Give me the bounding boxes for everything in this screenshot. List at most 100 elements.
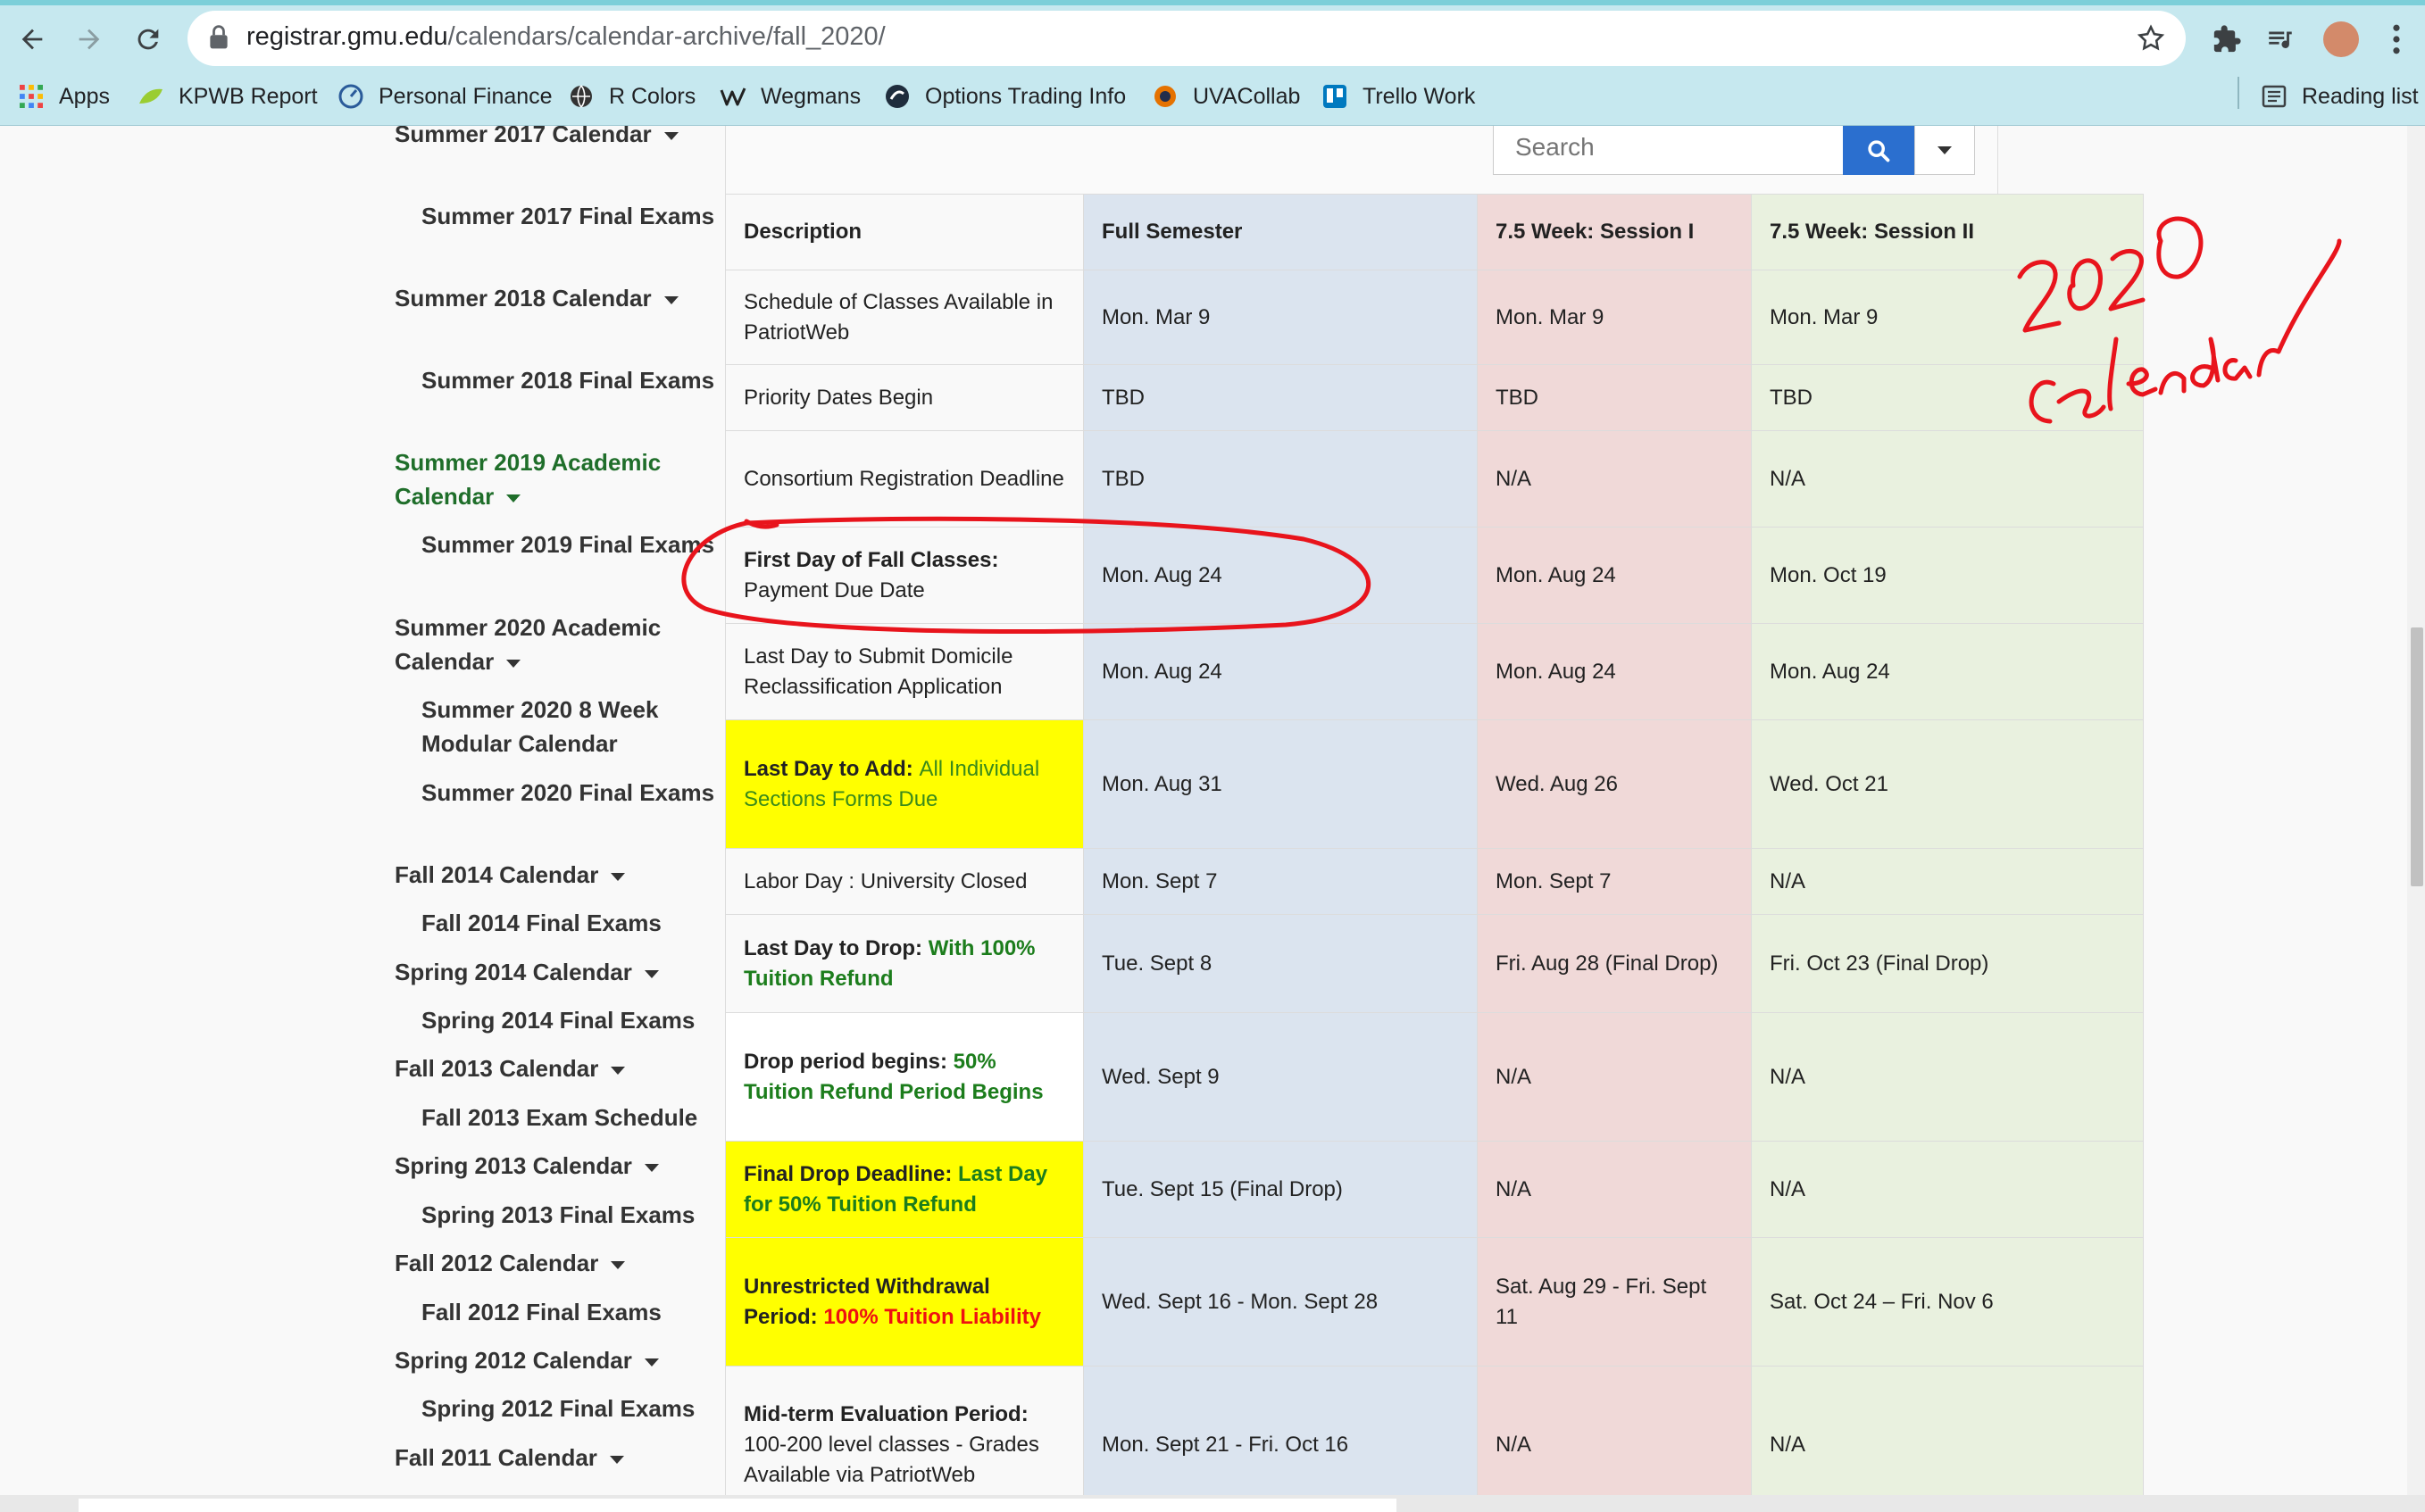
apps-grid-icon bbox=[18, 83, 45, 110]
caret-down-icon[interactable] bbox=[644, 969, 659, 978]
back-button[interactable] bbox=[7, 14, 57, 64]
sidebar-item[interactable]: Fall 2014 Calendar bbox=[395, 858, 689, 892]
sidebar-item[interactable]: Summer 2018 Final Exams bbox=[421, 363, 716, 397]
gauge-icon bbox=[338, 83, 364, 110]
row-description: Last Day to Drop: With 100% Tuition Refu… bbox=[725, 914, 1084, 1013]
media-control-button[interactable] bbox=[2259, 18, 2302, 61]
globe-icon bbox=[568, 83, 595, 110]
sidebar-item[interactable]: Fall 2013 Exam Schedule bbox=[421, 1101, 716, 1134]
bookmark-apps[interactable]: Apps bbox=[18, 77, 110, 116]
bookmark-options-trading-info[interactable]: Options Trading Info bbox=[884, 77, 1126, 116]
caret-down-icon[interactable] bbox=[644, 1358, 659, 1367]
caret-down-icon[interactable] bbox=[611, 1260, 626, 1269]
sidebar-item-label: Fall 2013 Exam Schedule bbox=[421, 1104, 698, 1131]
sidebar-item-label: Spring 2012 Final Exams bbox=[421, 1395, 696, 1422]
bookmark-trello-work[interactable]: Trello Work bbox=[1321, 77, 1475, 116]
lock-icon bbox=[210, 25, 228, 49]
forward-button[interactable] bbox=[64, 14, 114, 64]
sidebar-item[interactable]: Summer 2020 8 Week Modular Calendar bbox=[421, 693, 716, 760]
caret-down-icon[interactable] bbox=[663, 295, 679, 304]
bookmark-personal-finance[interactable]: Personal Finance bbox=[338, 77, 553, 116]
swirl-icon bbox=[884, 83, 911, 110]
cell-full-semester: Tue. Sept 8 bbox=[1083, 914, 1478, 1013]
horizontal-scroll-thumb[interactable] bbox=[79, 1499, 1396, 1512]
vertical-scroll-thumb[interactable] bbox=[2411, 627, 2423, 886]
row-description: Priority Dates Begin bbox=[725, 364, 1084, 431]
sidebar-item-label: Spring 2012 Calendar bbox=[395, 1347, 632, 1374]
sidebar-item[interactable]: Spring 2014 Final Exams bbox=[421, 1003, 716, 1037]
caret-down-icon bbox=[1938, 145, 1952, 154]
sidebar-item[interactable]: Fall 2012 Calendar bbox=[395, 1246, 689, 1280]
sidebar-item[interactable]: Spring 2012 Calendar bbox=[395, 1343, 689, 1377]
sidebar-item[interactable]: Fall 2012 Final Exams bbox=[421, 1295, 716, 1329]
cell-full-semester: TBD bbox=[1083, 430, 1478, 528]
cell-session-2: Mon. Oct 19 bbox=[1751, 527, 2144, 624]
caret-down-icon[interactable] bbox=[506, 659, 521, 668]
bookmark-star-icon[interactable] bbox=[2136, 23, 2166, 54]
table-row: Last Day to Drop: With 100% Tuition Refu… bbox=[725, 914, 2144, 1013]
sidebar-item-label: Spring 2013 Calendar bbox=[395, 1152, 632, 1179]
bookmark-separator bbox=[2238, 77, 2239, 109]
caret-down-icon[interactable] bbox=[611, 1066, 626, 1075]
search-options-dropdown[interactable] bbox=[1914, 126, 1975, 175]
sidebar-item-label: Summer 2018 Calendar bbox=[395, 285, 652, 312]
sidebar-item-label: Summer 2019 Academic Calendar bbox=[395, 449, 662, 510]
row-description: Mid-term Evaluation Period: 100-200 level… bbox=[725, 1366, 1084, 1495]
sidebar-item-label: Summer 2020 8 Week Modular Calendar bbox=[421, 696, 659, 757]
sidebar-item[interactable]: Summer 2020 Academic Calendar bbox=[395, 611, 689, 678]
bookmark-wegmans[interactable]: Wegmans bbox=[720, 77, 861, 116]
sidebar-item[interactable]: Spring 2013 Final Exams bbox=[421, 1198, 716, 1232]
caret-down-icon[interactable] bbox=[611, 872, 626, 881]
table-row: Mid-term Evaluation Period: 100-200 level… bbox=[725, 1366, 2144, 1495]
sidebar-item[interactable]: Fall 2011 Calendar bbox=[395, 1441, 689, 1475]
cell-full-semester: Mon. Sept 21 - Fri. Oct 16 bbox=[1083, 1366, 1478, 1495]
cell-session-1: Mon. Aug 24 bbox=[1477, 527, 1752, 624]
cell-session-2: N/A bbox=[1751, 430, 2144, 528]
profile-button[interactable] bbox=[2320, 18, 2362, 61]
cell-full-semester: Mon. Aug 24 bbox=[1083, 527, 1478, 624]
kebab-menu-icon bbox=[2393, 24, 2400, 54]
sidebar-item[interactable]: Summer 2017 Final Exams bbox=[421, 199, 716, 233]
sidebar-item-label: Fall 2012 Calendar bbox=[395, 1250, 599, 1276]
caret-down-icon[interactable] bbox=[506, 494, 521, 503]
caret-down-icon[interactable] bbox=[644, 1163, 659, 1172]
row-description: Final Drop Deadline: Last Day for 50% Tu… bbox=[725, 1141, 1084, 1238]
sidebar-item[interactable]: Fall 2013 Calendar bbox=[395, 1051, 689, 1085]
leaf-icon bbox=[138, 83, 164, 110]
cell-session-2: N/A bbox=[1751, 1012, 2144, 1142]
cell-full-semester: Mon. Aug 31 bbox=[1083, 719, 1478, 849]
extensions-button[interactable] bbox=[2205, 18, 2248, 61]
bookmark-uvacollab[interactable]: UVACollab bbox=[1152, 77, 1300, 116]
cell-session-1: TBD bbox=[1477, 364, 1752, 431]
caret-down-icon[interactable] bbox=[663, 131, 679, 140]
row-description-detail: 100-200 level classes - Grades Available… bbox=[744, 1432, 1039, 1487]
sidebar-item[interactable]: Summer 2019 Final Exams bbox=[421, 528, 716, 561]
cell-session-2: N/A bbox=[1751, 1141, 2144, 1238]
back-arrow-icon bbox=[21, 29, 43, 50]
bookmark-r-colors[interactable]: R Colors bbox=[568, 77, 696, 116]
sidebar-item[interactable]: Summer 2019 Academic Calendar bbox=[395, 445, 689, 513]
sidebar-item[interactable]: Summer 2020 Final Exams bbox=[421, 776, 716, 810]
sidebar-item[interactable]: Summer 2018 Calendar bbox=[395, 281, 689, 315]
sidebar-item-label: Summer 2019 Final Exams bbox=[421, 531, 715, 558]
sidebar-item[interactable]: Spring 2014 Calendar bbox=[395, 955, 689, 989]
cell-full-semester: TBD bbox=[1083, 364, 1478, 431]
sidebar-item[interactable]: Summer 2017 Calendar bbox=[395, 126, 689, 151]
sidebar-item-label: Fall 2014 Calendar bbox=[395, 861, 599, 888]
caret-down-icon[interactable] bbox=[609, 1455, 624, 1464]
search-box[interactable] bbox=[1493, 126, 1845, 175]
reading-list-button[interactable]: Reading list bbox=[2261, 77, 2419, 116]
search-input[interactable] bbox=[1494, 126, 1840, 169]
sidebar-item[interactable]: Fall 2014 Final Exams bbox=[421, 906, 716, 940]
search-button[interactable] bbox=[1843, 126, 1914, 175]
cell-session-1: N/A bbox=[1477, 1366, 1752, 1495]
sidebar-item[interactable]: Spring 2012 Final Exams bbox=[421, 1392, 716, 1425]
reload-button[interactable] bbox=[123, 14, 173, 64]
sidebar-item-label: Summer 2017 Calendar bbox=[395, 126, 652, 147]
bookmark-kpwb-report[interactable]: KPWB Report bbox=[138, 77, 318, 116]
menu-button[interactable] bbox=[2375, 18, 2418, 61]
cell-session-1: Sat. Aug 29 - Fri. Sept 11 bbox=[1477, 1237, 1752, 1367]
sidebar-item[interactable]: Spring 2013 Calendar bbox=[395, 1149, 689, 1183]
address-bar[interactable]: registrar.gmu.edu/calendars/calendar-arc… bbox=[188, 11, 2186, 66]
header-description: Description bbox=[725, 194, 1084, 270]
